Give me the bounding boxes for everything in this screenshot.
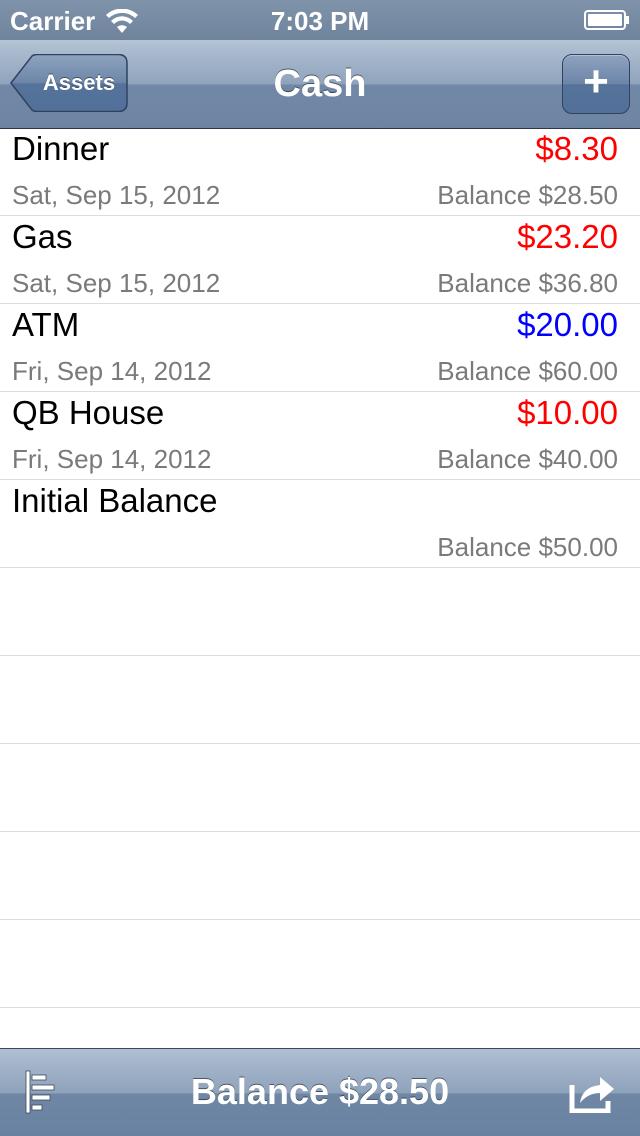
transaction-date: Fri, Sep 14, 2012 (12, 444, 212, 474)
empty-row (0, 656, 640, 744)
transaction-row[interactable]: QB House $10.00 Fri, Sep 14, 2012 Balanc… (0, 392, 640, 480)
empty-row (0, 832, 640, 920)
transaction-title: Initial Balance (12, 482, 218, 519)
running-balance: Balance $60.00 (437, 356, 618, 386)
transaction-amount: $20.00 (517, 306, 618, 343)
transaction-amount: $23.20 (517, 218, 618, 255)
transaction-title: QB House (12, 394, 165, 431)
transaction-date: Sat, Sep 15, 2012 (12, 268, 221, 298)
status-bar: Carrier 7:03 PM (0, 0, 640, 40)
running-balance: Balance $40.00 (437, 444, 618, 474)
transaction-amount: $8.30 (535, 130, 618, 167)
transaction-date: Fri, Sep 14, 2012 (12, 356, 212, 386)
share-icon[interactable] (568, 1071, 616, 1113)
transaction-row[interactable]: ATM $20.00 Fri, Sep 14, 2012 Balance $60… (0, 304, 640, 392)
page-title: Cash (273, 63, 367, 105)
transaction-row[interactable]: Gas $23.20 Sat, Sep 15, 2012 Balance $36… (0, 216, 640, 304)
transaction-date: Sat, Sep 15, 2012 (12, 180, 221, 210)
total-balance: Balance $28.50 (190, 1071, 450, 1112)
transaction-row[interactable]: Initial Balance Balance $50.00 (0, 480, 640, 568)
transaction-title: ATM (12, 306, 80, 343)
back-button[interactable]: Assets (10, 54, 128, 112)
bottom-toolbar: Balance $28.50 (0, 1048, 640, 1136)
empty-row (0, 920, 640, 1008)
transaction-list: Dinner $8.30 Sat, Sep 15, 2012 Balance $… (0, 128, 640, 1048)
transaction-row[interactable]: Dinner $8.30 Sat, Sep 15, 2012 Balance $… (0, 128, 640, 216)
screen: Carrier 7:03 PM Assets Cash + Dinner $8.… (0, 0, 640, 1136)
running-balance: Balance $50.00 (437, 532, 618, 562)
add-transaction-button[interactable]: + (562, 54, 630, 114)
list-icon[interactable] (24, 1069, 64, 1115)
transaction-title: Gas (12, 218, 73, 255)
battery-icon (584, 10, 629, 30)
navigation-bar: Assets Cash + (0, 40, 640, 129)
running-balance: Balance $36.80 (437, 268, 618, 298)
back-button-label: Assets (42, 70, 116, 95)
empty-row (0, 744, 640, 832)
status-time: 7:03 PM (270, 6, 370, 36)
empty-row (0, 568, 640, 656)
empty-row (0, 1008, 640, 1048)
running-balance: Balance $28.50 (437, 180, 618, 210)
transaction-amount: $10.00 (517, 394, 618, 431)
transaction-title: Dinner (12, 130, 110, 167)
